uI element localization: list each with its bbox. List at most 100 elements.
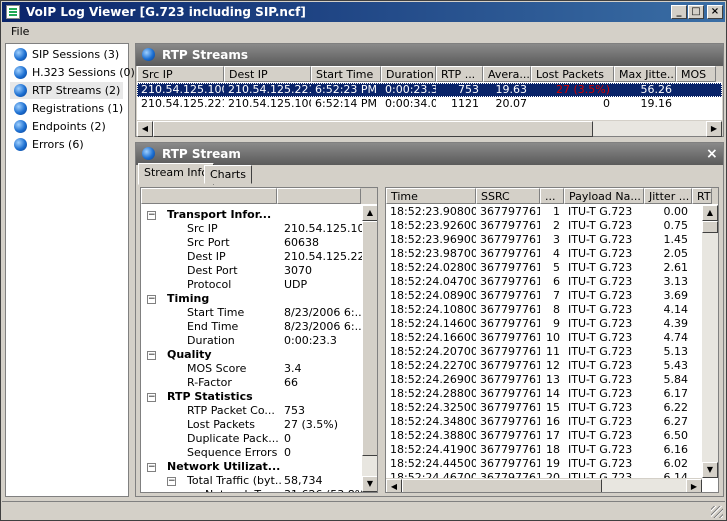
packets-vertical-scrollbar[interactable]: ▲ ▼ xyxy=(702,205,718,478)
table-cell: ITU-T G.723 xyxy=(568,401,633,414)
property-row[interactable]: Src IP 210.54.125.100 xyxy=(141,222,363,236)
column-header[interactable]: Src IP xyxy=(137,66,224,82)
scroll-right-icon[interactable]: ▶ xyxy=(686,479,702,492)
property-category[interactable]: − Timing xyxy=(141,292,363,306)
property-row[interactable]: Src Port 60638 xyxy=(141,236,363,250)
collapse-icon[interactable]: − xyxy=(147,393,156,402)
collapse-icon[interactable]: − xyxy=(147,295,156,304)
table-cell: 18:52:24.089000 xyxy=(390,289,476,302)
column-header[interactable]: Jitter ... xyxy=(644,188,692,204)
table-row[interactable]: 18:52:24.348000 367797761 16 ITU-T G.723 6.2… xyxy=(386,415,702,429)
table-row[interactable]: 18:52:24.166000 367797761 10 ITU-T G.723 4.7… xyxy=(386,331,702,345)
table-row[interactable]: 18:52:24.089000 367797761 7 ITU-T G.723 3.69 xyxy=(386,289,702,303)
table-row[interactable]: 18:52:24.445000 367797761 19 ITU-T G.723 6.0… xyxy=(386,457,702,471)
column-header[interactable]: Start Time xyxy=(311,66,381,82)
property-row[interactable]: Network Tra...31,626 (53.8%) xyxy=(141,488,363,492)
property-row[interactable]: − Total Traffic (byt... 58,734 xyxy=(141,474,363,488)
table-row[interactable]: 18:52:24.288000 367797761 14 ITU-T G.723 6.1… xyxy=(386,387,702,401)
tab-stream-info[interactable]: Stream Info xyxy=(138,163,215,185)
table-cell: 4.14 xyxy=(663,303,689,316)
nav-item[interactable]: Errors (6) xyxy=(10,136,87,153)
column-header[interactable]: Time xyxy=(386,188,476,204)
property-row[interactable]: R-Factor 66 xyxy=(141,376,363,390)
table-row[interactable]: 18:52:24.028000 367797761 5 ITU-T G.723 2.61 xyxy=(386,261,702,275)
scroll-up-icon[interactable]: ▲ xyxy=(702,205,718,221)
scroll-up-icon[interactable]: ▲ xyxy=(362,205,377,221)
collapse-icon[interactable]: − xyxy=(147,211,156,220)
nav-item[interactable]: RTP Streams (2) xyxy=(10,82,124,99)
nav-item[interactable]: Endpoints (2) xyxy=(10,118,109,135)
collapse-icon[interactable]: − xyxy=(147,463,156,472)
nav-item[interactable]: Registrations (1) xyxy=(10,100,126,117)
column-header[interactable]: RTP ... xyxy=(436,66,483,82)
panel-close-icon[interactable]: × xyxy=(706,143,718,165)
close-button[interactable]: × xyxy=(707,5,723,19)
property-category[interactable]: − Quality xyxy=(141,348,363,362)
table-row[interactable]: 18:52:24.108000 367797761 8 ITU-T G.723 4.14 xyxy=(386,303,702,317)
table-row[interactable]: 210.54.125.100 210.54.125.221 6:52:23 PM 0:… xyxy=(137,83,722,97)
property-category[interactable]: − RTP Statistics xyxy=(141,390,363,404)
column-header[interactable]: MOS xyxy=(676,66,716,82)
column-header[interactable]: Payload Na... xyxy=(564,188,644,204)
property-row[interactable]: Duration 0:00:23.3 xyxy=(141,334,363,348)
scroll-thumb[interactable] xyxy=(153,121,593,137)
nav-item[interactable]: SIP Sessions (3) xyxy=(10,46,122,63)
column-header[interactable]: ... xyxy=(540,188,564,204)
property-category[interactable]: − Network Utilizat... xyxy=(141,460,363,474)
property-row[interactable]: Protocol UDP xyxy=(141,278,363,292)
property-row[interactable]: Lost Packets 27 (3.5%) xyxy=(141,418,363,432)
tab-charts[interactable]: Charts xyxy=(204,165,252,184)
properties-vertical-scrollbar[interactable]: ▲ ▼ xyxy=(362,205,377,492)
scroll-down-icon[interactable]: ▼ xyxy=(702,462,718,478)
scroll-thumb[interactable] xyxy=(362,221,377,456)
property-row[interactable]: MOS Score 3.4 xyxy=(141,362,363,376)
nav-item[interactable]: H.323 Sessions (0) xyxy=(10,64,138,81)
table-row[interactable]: 18:52:24.467000 367797761 20 ITU-T G.723 6.1… xyxy=(386,471,702,478)
maximize-button[interactable]: □ xyxy=(688,5,704,19)
property-category[interactable]: − Transport Infor... xyxy=(141,208,363,222)
streams-horizontal-scrollbar[interactable]: ◀ ▶ xyxy=(137,120,722,137)
property-row[interactable]: Sequence Errors 0 xyxy=(141,446,363,460)
property-name: Start Time xyxy=(187,306,245,319)
table-row[interactable]: 18:52:24.325000 367797761 15 ITU-T G.723 6.2… xyxy=(386,401,702,415)
property-row[interactable]: End Time 8/23/2006 6:... xyxy=(141,320,363,334)
menu-file[interactable]: File xyxy=(11,23,29,41)
table-row[interactable]: 210.54.125.221 210.54.125.100 6:52:14 PM 0:… xyxy=(137,97,722,111)
column-header[interactable]: RTI xyxy=(692,188,712,204)
minimize-button[interactable]: _ xyxy=(671,5,687,19)
collapse-icon[interactable]: − xyxy=(167,477,176,486)
table-row[interactable]: 18:52:24.269000 367797761 13 ITU-T G.723 5.8… xyxy=(386,373,702,387)
scroll-right-icon[interactable]: ▶ xyxy=(706,121,722,137)
property-row[interactable]: Start Time 8/23/2006 6:... xyxy=(141,306,363,320)
column-header[interactable]: Avera... xyxy=(483,66,531,82)
table-row[interactable]: 18:52:23.926000 367797761 2 ITU-T G.723 0.75 xyxy=(386,219,702,233)
property-row[interactable]: Dest IP 210.54.125.221 xyxy=(141,250,363,264)
table-row[interactable]: 18:52:24.227000 367797761 12 ITU-T G.723 5.4… xyxy=(386,359,702,373)
table-row[interactable]: 18:52:24.047000 367797761 6 ITU-T G.723 3.13 xyxy=(386,275,702,289)
column-header[interactable]: Max Jitte... xyxy=(614,66,676,82)
table-row[interactable]: 18:52:23.908000 367797761 1 ITU-T G.723 0.00 xyxy=(386,205,702,219)
scroll-thumb[interactable] xyxy=(702,221,718,233)
scroll-left-icon[interactable]: ◀ xyxy=(137,121,153,137)
column-header[interactable]: Dest IP xyxy=(224,66,311,82)
table-row[interactable]: 18:52:23.969000 367797761 3 ITU-T G.723 1.45 xyxy=(386,233,702,247)
table-row[interactable]: 18:52:23.987000 367797761 4 ITU-T G.723 2.05 xyxy=(386,247,702,261)
stream-properties: −Transport Infor...Src IP210.54.125.100S… xyxy=(140,187,378,493)
column-header[interactable]: Lost Packets xyxy=(531,66,614,82)
scroll-left-icon[interactable]: ◀ xyxy=(386,479,402,492)
property-row[interactable]: Dest Port 3070 xyxy=(141,264,363,278)
property-row[interactable]: Duplicate Pack... 0 xyxy=(141,432,363,446)
table-row[interactable]: 18:52:24.388000 367797761 17 ITU-T G.723 6.5… xyxy=(386,429,702,443)
packets-horizontal-scrollbar[interactable]: ◀ ▶ xyxy=(386,478,702,492)
table-row[interactable]: 18:52:24.146000 367797761 9 ITU-T G.723 4.39 xyxy=(386,317,702,331)
table-row[interactable]: 18:52:24.207000 367797761 11 ITU-T G.723 5.1… xyxy=(386,345,702,359)
column-header[interactable]: Duration xyxy=(381,66,436,82)
scroll-thumb[interactable] xyxy=(402,479,602,492)
column-header[interactable]: SSRC xyxy=(476,188,540,204)
title-bar[interactable]: VoIP Log Viewer [G.723 including SIP.ncf… xyxy=(2,2,725,22)
table-row[interactable]: 18:52:24.419000 367797761 18 ITU-T G.723 6.1… xyxy=(386,443,702,457)
resize-grip-icon[interactable] xyxy=(711,506,723,518)
property-row[interactable]: RTP Packet Co... 753 xyxy=(141,404,363,418)
collapse-icon[interactable]: − xyxy=(147,351,156,360)
scroll-down-icon[interactable]: ▼ xyxy=(362,476,377,492)
